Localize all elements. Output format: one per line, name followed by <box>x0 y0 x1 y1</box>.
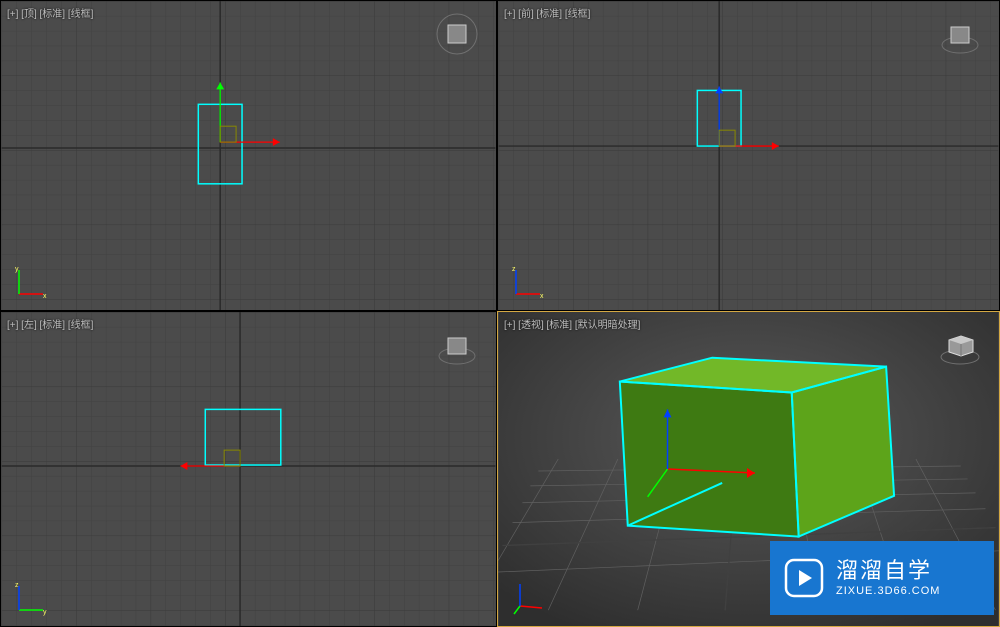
viewcube-top[interactable] <box>436 13 478 55</box>
axis-gizmo-perspective <box>510 580 546 616</box>
watermark: 溜溜自学 ZIXUE.3D66.COM <box>770 541 994 615</box>
viewcube-left[interactable] <box>436 324 478 366</box>
viewport-perspective-label[interactable]: [+] [透视] [标准] [默认明暗处理] <box>504 316 640 331</box>
grid-top <box>1 1 496 310</box>
grid-left <box>1 312 496 626</box>
box-object[interactable] <box>620 358 894 537</box>
viewport-front-label[interactable]: [+] [前] [标准] [线框] <box>504 5 590 20</box>
watermark-url: ZIXUE.3D66.COM <box>836 585 940 598</box>
viewport-container: [+] [顶] [标准] [线框] <box>0 0 1000 627</box>
axis-gizmo-top: x y <box>13 264 49 300</box>
axis-gizmo-left: y z <box>13 580 49 616</box>
svg-text:x: x <box>540 293 544 300</box>
svg-text:x: x <box>43 293 47 300</box>
viewport-front[interactable]: [+] [前] [标准] [线框] x z <box>497 0 1000 311</box>
viewport-top-label[interactable]: [+] [顶] [标准] [线框] <box>7 5 93 20</box>
axis-gizmo-front: x z <box>510 264 546 300</box>
svg-text:z: z <box>15 582 19 589</box>
viewport-left[interactable]: [+] [左] [标准] [线框] y z <box>0 311 497 627</box>
svg-text:y: y <box>15 266 19 273</box>
viewcube-front[interactable] <box>939 13 981 55</box>
watermark-title: 溜溜自学 <box>836 558 940 584</box>
svg-text:z: z <box>512 266 516 273</box>
grid-front <box>498 1 999 310</box>
viewcube-perspective[interactable] <box>939 324 981 366</box>
svg-text:y: y <box>43 609 47 616</box>
viewport-top[interactable]: [+] [顶] [标准] [线框] <box>0 0 497 311</box>
play-icon <box>782 556 826 600</box>
viewport-left-label[interactable]: [+] [左] [标准] [线框] <box>7 316 93 331</box>
